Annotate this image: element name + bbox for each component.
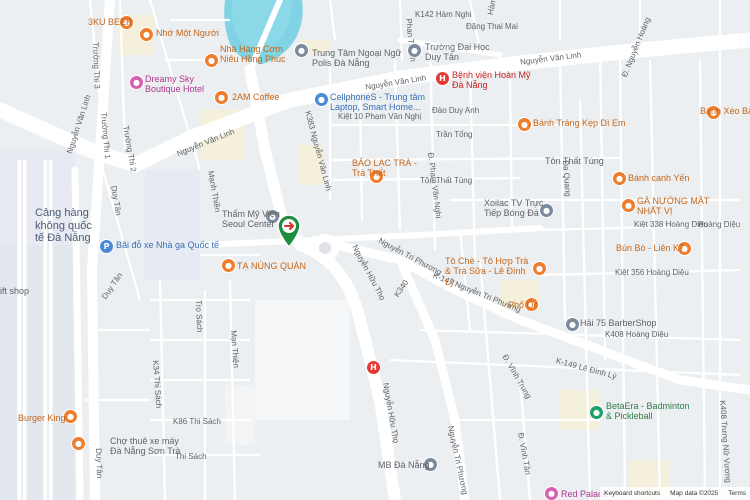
poi-banh-trang-kep[interactable]: Bánh Tráng Kẹp Dì Em	[533, 118, 626, 128]
terms-link[interactable]: Terms	[728, 490, 746, 497]
street-label: K408 Hoàng Diệu	[605, 330, 669, 339]
map-attribution: Keyboard shortcuts Map data ©2025 Terms	[600, 487, 750, 500]
map-data-credit: Map data ©2025	[670, 490, 719, 497]
poi-2am-coffee[interactable]: 2AM Coffee	[232, 92, 279, 102]
poi-bun-bo[interactable]: Bún Bò - Liên K7	[616, 243, 684, 253]
keyboard-shortcuts-link[interactable]: Keyboard shortcuts	[604, 490, 660, 497]
poi-burger-king[interactable]: Burger King	[18, 413, 66, 423]
poi-hoan-my-hospital[interactable]: Bệnh viện Hoàn Mỹ Đà Nẵng	[452, 70, 532, 91]
poi-nho-mot-nguoi[interactable]: Nhớ Một Người	[156, 28, 219, 38]
selected-location-marker[interactable]	[276, 214, 302, 248]
street-label: Đặng Thai Mai	[466, 22, 518, 31]
poi-3ku-beer[interactable]: 3KU BEER	[88, 17, 133, 27]
street-label: Tôn Thất Tùng	[545, 156, 604, 166]
poi-duy-tan-university[interactable]: Trường Đại Học Duy Tân	[425, 42, 500, 63]
cafe-icon[interactable]: ●	[215, 91, 228, 104]
street-label: Duy Tân	[94, 448, 105, 479]
restaurant-icon[interactable]: ●	[613, 172, 626, 185]
poi-xoilac[interactable]: Xoilac TV Trực Tiếp Bóng Đá	[484, 198, 546, 219]
street-label: Kiệt 338 Hoàng Diệu	[634, 220, 708, 229]
poi-pho-oc[interactable]: Phố Ốc	[508, 300, 538, 310]
poi-mb-bank[interactable]: MB Đà Nẵng	[378, 460, 430, 470]
school-icon: ●	[295, 44, 308, 57]
poi-com-nieu-hong-phuc[interactable]: Nhà Hàng Cơm Niêu Hồng Phúc	[220, 44, 290, 65]
parking-icon[interactable]: P	[100, 240, 113, 253]
hotel-icon[interactable]: ●	[545, 487, 558, 500]
poi-polis[interactable]: Trung Tâm Ngoại Ngữ Polis Đà Nẵng	[312, 48, 402, 69]
street-label: Trần Tống	[436, 130, 473, 139]
restaurant-icon[interactable]: ●	[64, 410, 77, 423]
street-label: Hoàng Diệu	[698, 220, 741, 229]
poi-hai-75[interactable]: Hải 75 BarberShop	[580, 318, 657, 328]
poi-betaera[interactable]: BetaEra - Badminton & Pickleball	[606, 401, 696, 422]
airport-label[interactable]: Cảng hàng không quốc tế Đà Nẵng	[35, 207, 100, 245]
poi-to-che[interactable]: Tô Chè - Tô Hợp Trà & Trà Sữa - Lê Đình …	[445, 256, 535, 287]
street-label: K142 Hàm Nghi	[415, 10, 472, 19]
partial-shop-label: ift shop	[0, 286, 30, 296]
restaurant-icon[interactable]: ●	[622, 199, 635, 212]
street-label: Tôn Thất Tùng	[420, 176, 473, 185]
restaurant-icon[interactable]: ●	[205, 54, 218, 67]
poi-banh-xeo[interactable]: Bánh Xèo Bà Dưỡng	[700, 106, 750, 116]
street-label: Kiệt 10 Phạm Văn Nghị	[338, 112, 422, 121]
poi-cellphones[interactable]: CellphoneS - Trung tâm Laptop, Smart Hom…	[330, 92, 440, 113]
poi-cho-thue-xe[interactable]: Chợ thuê xe máy Đà Nẵng Sơn Trà	[110, 436, 182, 457]
poi-parking[interactable]: Bãi đỗ xe Nhà ga Quốc tế	[116, 240, 219, 250]
shop-icon[interactable]: ●	[72, 437, 85, 450]
school-icon: ●	[408, 44, 421, 57]
sports-icon[interactable]: ●	[590, 406, 603, 419]
poi-ga-nuong[interactable]: GÀ NƯỚNG MẬT NHẤT VỊ	[637, 196, 712, 217]
barber-icon[interactable]: ●	[566, 318, 579, 331]
hotel-icon[interactable]: ●	[130, 76, 143, 89]
street-label: Kiệt 356 Hoàng Diệu	[615, 268, 689, 277]
poi-seoul-center[interactable]: Thẩm Mỹ Viện Seoul Center	[222, 209, 282, 230]
cafe-icon[interactable]: ●	[140, 28, 153, 41]
street-label: Trường Thi 3	[91, 42, 102, 89]
shopping-icon[interactable]: ●	[315, 93, 328, 106]
hospital-icon[interactable]: H	[436, 72, 449, 85]
map-canvas[interactable]: K142 Hàm Nghi Đặng Thai Mai Hàm Nghi Trư…	[0, 0, 750, 500]
street-label: K86 Thi Sách	[173, 417, 221, 426]
restaurant-icon[interactable]: ●	[518, 118, 531, 131]
poi-banh-canh-yen[interactable]: Bánh canh Yến	[628, 173, 689, 183]
hospital-icon[interactable]: H	[367, 361, 380, 374]
street-label: Trọ Sách	[194, 300, 205, 333]
restaurant-icon[interactable]: ●	[222, 259, 235, 272]
poi-bao-lac-tra[interactable]: BẢO LẠC TRÀ - Trà Thất	[352, 158, 417, 179]
poi-ta-nung-quan[interactable]: TẠ NÙNG QUÁN	[237, 261, 306, 271]
